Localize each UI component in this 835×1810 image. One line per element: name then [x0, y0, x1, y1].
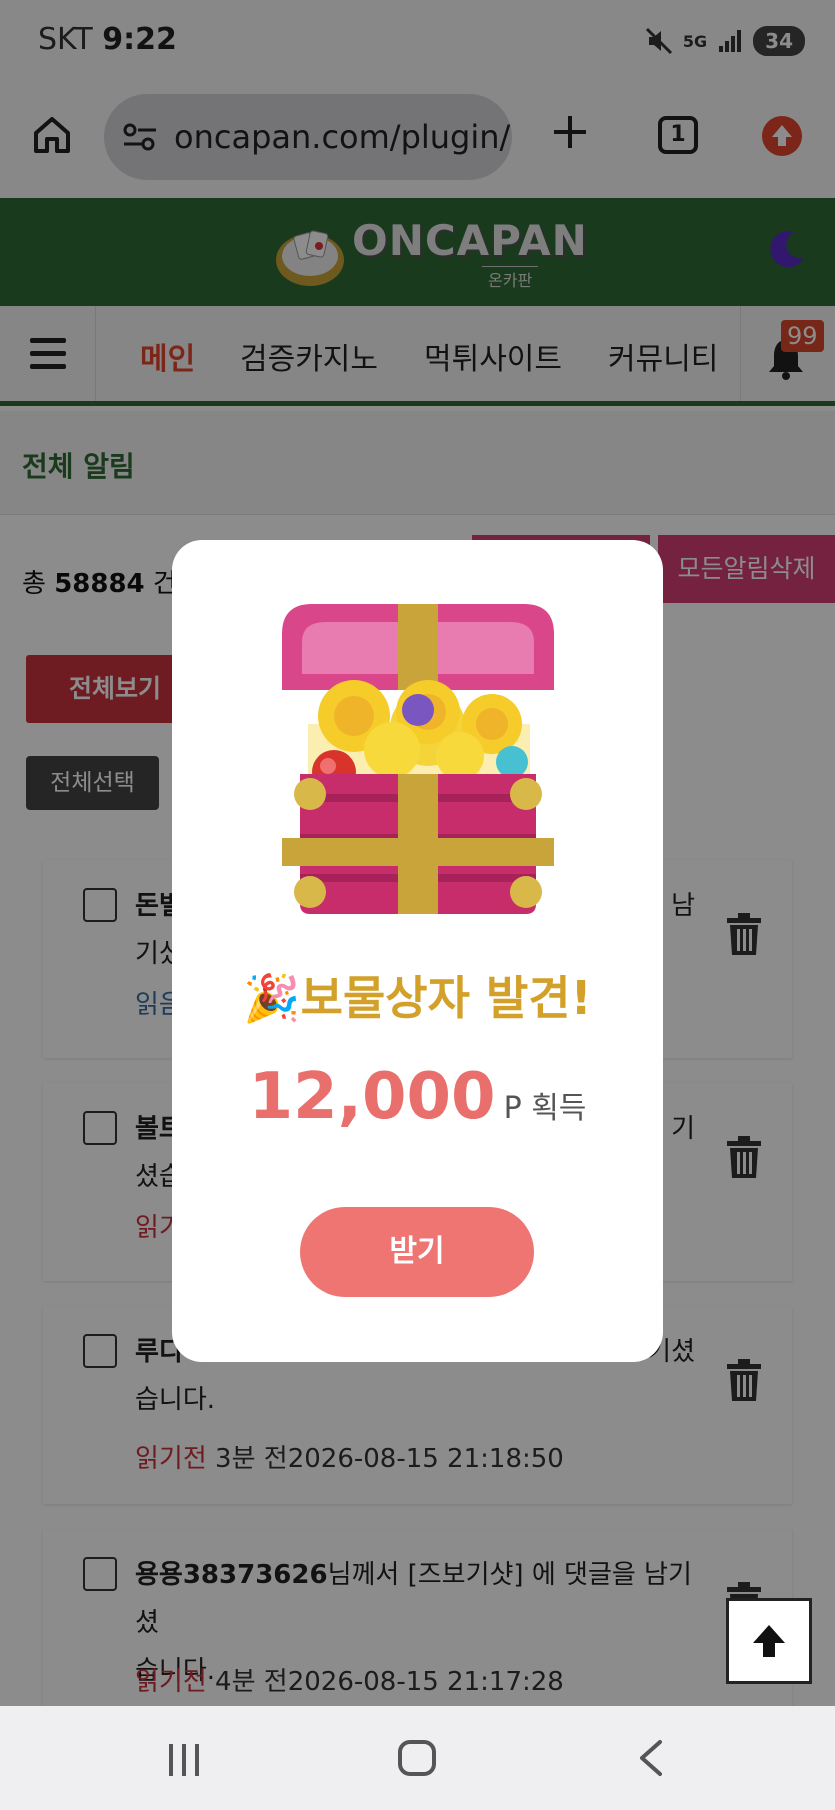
reward-amount: 12,000 P 획득 [172, 1060, 663, 1134]
system-nav-bar [0, 1706, 835, 1810]
receive-button[interactable]: 받기 [300, 1207, 534, 1297]
recent-apps-icon[interactable] [166, 1742, 202, 1778]
back-icon[interactable] [636, 1738, 664, 1778]
arrow-up-icon [753, 1625, 785, 1657]
reward-points: 12,000 [248, 1060, 496, 1134]
reward-unit: P 획득 [503, 1091, 587, 1126]
modal-title: 🎉보물상자 발견! [243, 971, 592, 1025]
scroll-to-top-button[interactable] [726, 1598, 812, 1684]
treasure-chest-icon [282, 604, 554, 914]
system-home-icon[interactable] [398, 1740, 436, 1776]
treasure-chest-modal: 🎉보물상자 발견! 12,000 P 획득 받기 [172, 540, 663, 1362]
